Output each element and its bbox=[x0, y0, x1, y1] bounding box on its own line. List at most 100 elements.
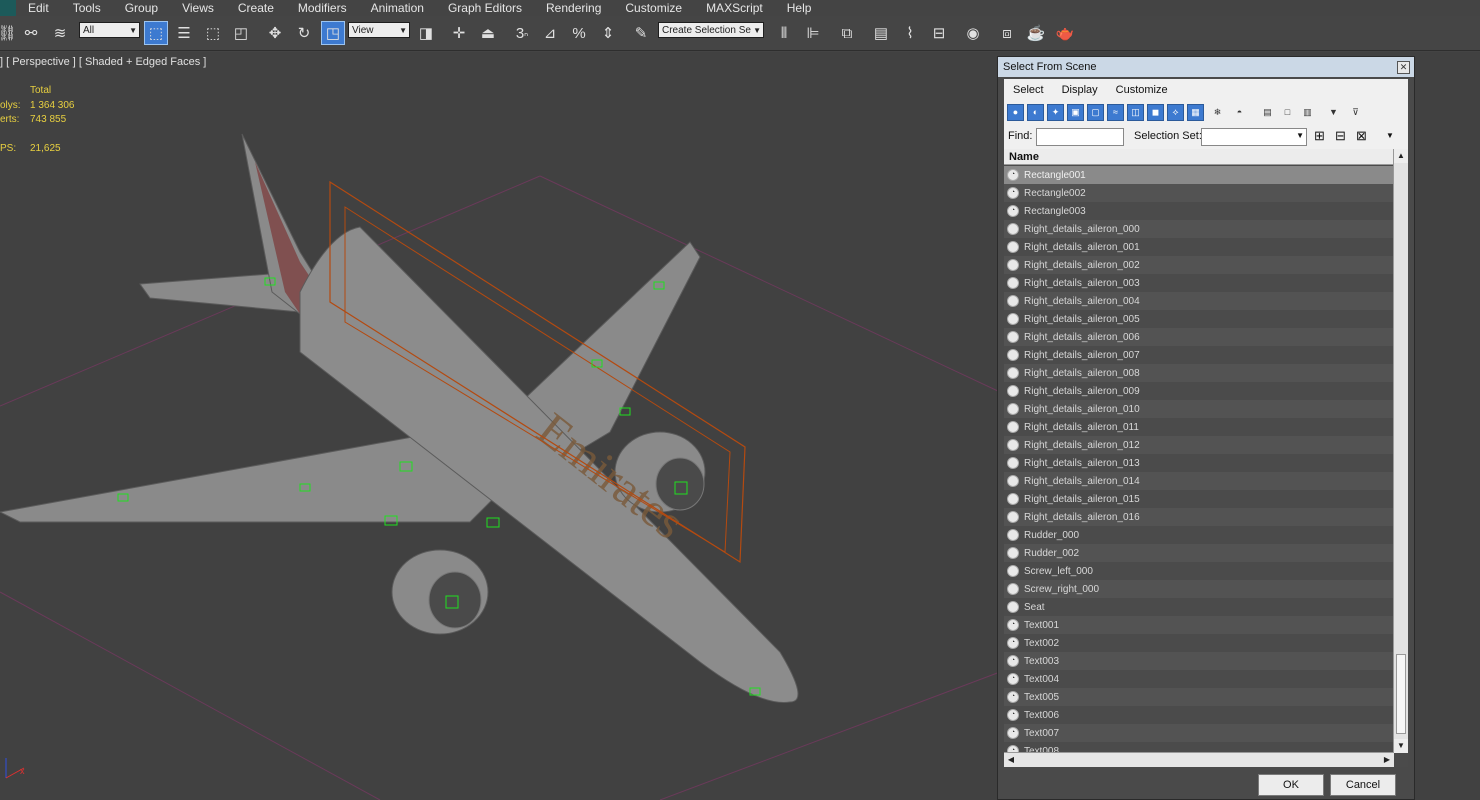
list-item[interactable]: Right_details_aileron_016 bbox=[1004, 508, 1394, 526]
selection-filter-dropdown[interactable]: All ▼ bbox=[79, 22, 140, 38]
name-column-header[interactable]: Name bbox=[1004, 149, 1394, 165]
display-containers-icon[interactable]: ▦ bbox=[1187, 104, 1204, 121]
select-none-icon[interactable]: □ bbox=[1279, 104, 1296, 121]
list-item[interactable]: ◔ Text002 bbox=[1004, 634, 1394, 652]
scroll-down-icon[interactable]: ▼ bbox=[1394, 739, 1408, 753]
select-invert-icon[interactable]: ▥ bbox=[1299, 104, 1316, 121]
curve-editor-icon[interactable]: ⌇ bbox=[898, 21, 922, 45]
render-setup-icon[interactable]: ⧈ bbox=[995, 21, 1019, 45]
viewport-label[interactable]: ] [ Perspective ] [ Shaded + Edged Faces… bbox=[0, 56, 206, 68]
ok-button[interactable]: OK bbox=[1258, 774, 1324, 796]
filter-options-icon[interactable]: ⊽ bbox=[1347, 104, 1364, 121]
app-logo-icon[interactable] bbox=[0, 0, 16, 16]
list-item[interactable]: Right_details_aileron_014 bbox=[1004, 472, 1394, 490]
scroll-thumb[interactable] bbox=[1396, 654, 1406, 734]
list-item[interactable]: Right_details_aileron_009 bbox=[1004, 382, 1394, 400]
list-item[interactable]: ◔ Text006 bbox=[1004, 706, 1394, 724]
display-cameras-icon[interactable]: ▣ bbox=[1067, 104, 1084, 121]
menu-item-graph-editors[interactable]: Graph Editors bbox=[436, 0, 534, 16]
window-crossing-icon[interactable]: ◰ bbox=[229, 21, 253, 45]
list-item[interactable]: Right_details_aileron_013 bbox=[1004, 454, 1394, 472]
menu-item-edit[interactable]: Edit bbox=[16, 0, 61, 16]
expand-options-icon[interactable]: ▼ bbox=[1386, 131, 1394, 140]
list-item[interactable]: Right_details_aileron_007 bbox=[1004, 346, 1394, 364]
scroll-left-icon[interactable]: ◀ bbox=[1004, 753, 1018, 767]
menu-item-help[interactable]: Help bbox=[775, 0, 824, 16]
dialog-title-bar[interactable]: Select From Scene ✕ bbox=[998, 57, 1414, 77]
display-geometry-icon[interactable]: ● bbox=[1007, 104, 1024, 121]
list-horizontal-scrollbar[interactable]: ◀ ▶ bbox=[1004, 752, 1394, 767]
rendered-frame-window-icon[interactable]: ☕ bbox=[1024, 21, 1048, 45]
display-bones-icon[interactable]: ⟡ bbox=[1167, 104, 1184, 121]
pivot-center-icon[interactable]: ◨ bbox=[414, 21, 438, 45]
select-by-name-icon[interactable]: ☰ bbox=[172, 21, 196, 45]
list-item[interactable]: Right_details_aileron_008 bbox=[1004, 364, 1394, 382]
unlink-icon[interactable]: ⚯ bbox=[20, 21, 42, 45]
dialog-menu-customize[interactable]: Customize bbox=[1107, 84, 1177, 96]
display-spacewarps-icon[interactable]: ≈ bbox=[1107, 104, 1124, 121]
list-item[interactable]: Seat bbox=[1004, 598, 1394, 616]
ribbon-icon[interactable]: ▤ bbox=[869, 21, 893, 45]
remove-selection-set-icon[interactable]: ⊟ bbox=[1335, 128, 1346, 144]
add-selection-set-icon[interactable]: ⊞ bbox=[1314, 128, 1325, 144]
menu-item-group[interactable]: Group bbox=[113, 0, 170, 16]
align-icon[interactable]: ⊫ bbox=[801, 21, 825, 45]
rectangular-selection-icon[interactable]: ⬚ bbox=[201, 21, 225, 45]
list-item[interactable]: Rudder_000 bbox=[1004, 526, 1394, 544]
menu-item-rendering[interactable]: Rendering bbox=[534, 0, 613, 16]
menu-item-animation[interactable]: Animation bbox=[359, 0, 436, 16]
schematic-view-icon[interactable]: ⊟ bbox=[927, 21, 951, 45]
display-xrefs-icon[interactable]: ◼ bbox=[1147, 104, 1164, 121]
keyboard-shortcut-override-icon[interactable]: ⏏ bbox=[476, 21, 500, 45]
selection-set-dropdown[interactable]: ▼ bbox=[1201, 128, 1307, 146]
rotate-icon[interactable]: ↻ bbox=[292, 21, 316, 45]
list-item[interactable]: Right_details_aileron_006 bbox=[1004, 328, 1394, 346]
menu-item-tools[interactable]: Tools bbox=[61, 0, 113, 16]
display-groups-icon[interactable]: ◫ bbox=[1127, 104, 1144, 121]
list-item[interactable]: Right_details_aileron_001 bbox=[1004, 238, 1394, 256]
list-item[interactable]: ◔ Text005 bbox=[1004, 688, 1394, 706]
named-selection-set-dropdown[interactable]: Create Selection Se ▼ bbox=[658, 22, 764, 38]
spinner-snap-icon[interactable]: ⇕ bbox=[596, 21, 620, 45]
bind-space-warp-icon[interactable]: ≋ bbox=[48, 21, 72, 45]
select-all-icon[interactable]: ▤ bbox=[1259, 104, 1276, 121]
move-icon[interactable]: ✥ bbox=[263, 21, 287, 45]
edit-named-selection-icon[interactable]: ✎ bbox=[629, 21, 653, 45]
render-production-icon[interactable]: 🫖 bbox=[1053, 21, 1077, 45]
list-item[interactable]: Right_details_aileron_000 bbox=[1004, 220, 1394, 238]
display-helpers-icon[interactable]: ▢ bbox=[1087, 104, 1104, 121]
dialog-menu-select[interactable]: Select bbox=[1004, 84, 1053, 96]
list-item[interactable]: Rudder_002 bbox=[1004, 544, 1394, 562]
mirror-icon[interactable]: ⫴ bbox=[772, 21, 796, 45]
list-item[interactable]: Right_details_aileron_002 bbox=[1004, 256, 1394, 274]
menu-item-modifiers[interactable]: Modifiers bbox=[286, 0, 359, 16]
list-item[interactable]: ◔ Rectangle002 bbox=[1004, 184, 1394, 202]
list-item[interactable]: Right_details_aileron_004 bbox=[1004, 292, 1394, 310]
display-shapes-icon[interactable]: ◐ bbox=[1027, 104, 1044, 121]
scroll-right-icon[interactable]: ▶ bbox=[1380, 753, 1394, 767]
menu-item-views[interactable]: Views bbox=[170, 0, 226, 16]
list-item[interactable]: ◔ Text003 bbox=[1004, 652, 1394, 670]
percent-snap-icon[interactable]: % bbox=[567, 21, 591, 45]
list-item[interactable]: Right_details_aileron_010 bbox=[1004, 400, 1394, 418]
snaps-toggle-icon[interactable]: 3ₙ bbox=[509, 21, 535, 45]
menu-item-customize[interactable]: Customize bbox=[613, 0, 694, 16]
display-frozen-icon[interactable]: ❄ bbox=[1209, 104, 1226, 121]
list-item[interactable]: Right_details_aileron_012 bbox=[1004, 436, 1394, 454]
list-item[interactable]: ◔ Rectangle001 bbox=[1004, 166, 1394, 184]
select-selection-set-icon[interactable]: ⊠ bbox=[1356, 128, 1367, 144]
list-item[interactable]: Right_details_aileron_011 bbox=[1004, 418, 1394, 436]
select-object-icon[interactable]: ⬚ bbox=[144, 21, 168, 45]
list-item[interactable]: ◔ Text001 bbox=[1004, 616, 1394, 634]
scale-icon[interactable]: ◳ bbox=[321, 21, 345, 45]
dialog-menu-display[interactable]: Display bbox=[1053, 84, 1107, 96]
list-item[interactable]: Right_details_aileron_005 bbox=[1004, 310, 1394, 328]
filter-icon[interactable]: ▼ bbox=[1325, 104, 1342, 121]
display-hidden-icon[interactable]: ◓ bbox=[1231, 104, 1248, 121]
scroll-up-icon[interactable]: ▲ bbox=[1394, 149, 1408, 163]
link-icon[interactable]: ⛓ bbox=[0, 21, 17, 45]
list-item[interactable]: Screw_left_000 bbox=[1004, 562, 1394, 580]
material-editor-icon[interactable]: ◉ bbox=[961, 21, 985, 45]
list-item[interactable]: Right_details_aileron_015 bbox=[1004, 490, 1394, 508]
menu-item-maxscript[interactable]: MAXScript bbox=[694, 0, 775, 16]
